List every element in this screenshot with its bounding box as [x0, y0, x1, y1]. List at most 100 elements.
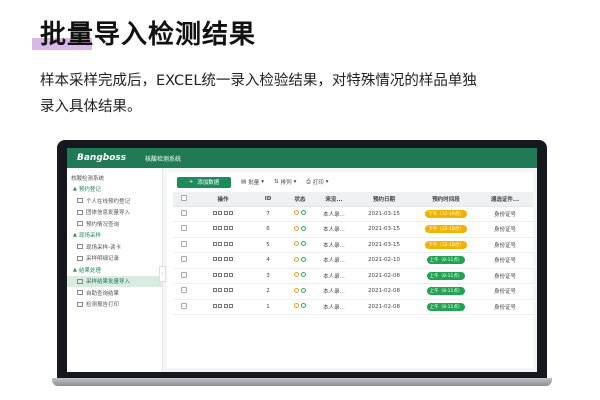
row-actions [195, 206, 251, 222]
column-header[interactable]: 来没... [315, 192, 353, 207]
print-dropdown[interactable]: ⎙ 打印 ▾ [306, 178, 328, 187]
status-circle-icon[interactable] [294, 256, 299, 262]
status-circle-icon[interactable] [294, 287, 299, 293]
row-source: 本人录... [315, 299, 353, 315]
copy-icon[interactable] [218, 272, 223, 277]
edit-icon[interactable] [212, 257, 217, 262]
delete-icon[interactable] [229, 303, 234, 308]
results-table: 操作 ID 状态 来没... 预约日期 预约时间段 通选证件... 7 本人录..… [173, 192, 533, 315]
column-header[interactable]: 预约日期 [353, 192, 415, 207]
delete-icon[interactable] [229, 272, 234, 277]
document-icon [77, 209, 83, 215]
sidebar-item-group-import[interactable]: 团体信息批量导入 [67, 207, 162, 219]
row-checkbox[interactable] [181, 271, 187, 278]
sidebar-item-self-query[interactable]: 自助查询结果 [67, 287, 162, 299]
status-circle-icon[interactable] [294, 272, 299, 278]
status-circle-icon[interactable] [301, 256, 306, 262]
edit-icon[interactable] [212, 226, 217, 231]
table-row[interactable]: 5 本人录... 2021-03-15 下午（12-18点） 身份证号 [173, 237, 533, 253]
view-icon[interactable] [223, 303, 228, 308]
sidebar-collapse-handle[interactable]: ‹ [159, 266, 166, 282]
sidebar-item-read-card[interactable]: 现场采样-读卡 [67, 241, 162, 253]
table-row[interactable]: 2 本人录... 2021-02-08 上午（8-11点） 身份证号 [173, 283, 533, 300]
delete-icon[interactable] [229, 257, 234, 262]
column-header[interactable]: 状态 [285, 192, 315, 207]
row-select-cell[interactable] [173, 252, 195, 269]
sidebar-group-sampling[interactable]: ▲ 现场采样 [67, 230, 162, 242]
sidebar-group-results[interactable]: ▲ 结果处理 [67, 264, 162, 276]
row-select-cell[interactable] [173, 299, 195, 315]
sidebar-group-label: 现场采样 [78, 233, 101, 240]
delete-icon[interactable] [229, 226, 234, 231]
status-circle-icon[interactable] [294, 303, 299, 309]
copy-icon[interactable] [218, 303, 223, 308]
edit-icon[interactable] [212, 303, 217, 308]
view-icon[interactable] [223, 257, 228, 262]
status-circle-icon[interactable] [294, 225, 299, 231]
sidebar-item-report-print[interactable]: 检测报告打印 [67, 299, 162, 311]
add-data-button[interactable]: + 添加数据 [177, 176, 231, 188]
sidebar-item-personal-booking[interactable]: 个人在线预约登记 [67, 195, 162, 207]
sort-dropdown[interactable]: ⇅ 排列 ▾ [274, 178, 296, 186]
row-checkbox[interactable] [181, 302, 187, 309]
status-circle-icon[interactable] [294, 241, 299, 247]
copy-icon[interactable] [218, 257, 223, 262]
view-icon[interactable] [223, 241, 228, 246]
row-select-cell[interactable] [173, 237, 195, 253]
row-checkbox[interactable] [181, 209, 187, 216]
edit-icon[interactable] [212, 210, 217, 215]
row-id: 2 [251, 283, 285, 300]
table-row[interactable]: 4 本人录... 2021-02-10 上午（8-11点） 身份证号 [173, 252, 533, 269]
sidebar-item-sampling-records[interactable]: 采样明细记录 [67, 253, 162, 265]
row-checkbox[interactable] [181, 240, 187, 247]
table-row[interactable]: 7 本人录... 2021-03-15 下午（12-18点） 身份证号 [173, 206, 533, 222]
view-icon[interactable] [223, 210, 228, 215]
column-header[interactable]: 操作 [195, 192, 251, 207]
status-circle-icon[interactable] [301, 210, 306, 216]
column-header[interactable]: ID [251, 192, 285, 207]
status-circle-icon[interactable] [301, 241, 306, 247]
sidebar-item-booking-query[interactable]: 预约情况查询 [67, 218, 162, 230]
edit-icon[interactable] [212, 272, 217, 277]
row-select-cell[interactable] [173, 221, 195, 238]
batch-dropdown[interactable]: ▤ 批量 ▾ [241, 178, 264, 186]
view-icon[interactable] [223, 272, 228, 277]
view-icon[interactable] [223, 226, 228, 231]
copy-icon[interactable] [218, 241, 223, 246]
column-header[interactable]: 通选证件... [477, 192, 533, 207]
edit-icon[interactable] [212, 288, 217, 293]
printer-icon: ⎙ [306, 178, 311, 185]
delete-icon[interactable] [229, 210, 234, 215]
status-circle-icon[interactable] [301, 272, 306, 278]
select-all-header[interactable] [173, 192, 195, 207]
status-circle-icon[interactable] [301, 287, 306, 293]
row-select-cell[interactable] [173, 206, 195, 222]
row-source: 本人录... [315, 283, 353, 300]
row-checkbox[interactable] [181, 287, 187, 294]
status-circle-icon[interactable] [294, 210, 299, 216]
column-header[interactable]: 预约时间段 [415, 192, 477, 207]
delete-icon[interactable] [229, 288, 234, 293]
copy-icon[interactable] [218, 226, 223, 231]
sidebar-root[interactable]: 核酸检测系统 [67, 172, 162, 184]
status-circle-icon[interactable] [301, 225, 306, 231]
copy-icon[interactable] [218, 288, 223, 293]
table-row[interactable]: 6 本人录... 2021-03-15 下午（12-18点） 身份证号 [173, 221, 533, 238]
delete-icon[interactable] [229, 241, 234, 246]
edit-icon[interactable] [212, 241, 217, 246]
row-select-cell[interactable] [173, 283, 195, 300]
row-doc-type: 身份证号 [477, 221, 533, 238]
copy-icon[interactable] [218, 210, 223, 215]
row-actions [195, 221, 251, 238]
sidebar-item-batch-import-results[interactable]: 采样结果批量导入 [67, 275, 162, 287]
select-all-checkbox[interactable] [181, 194, 187, 201]
sidebar-item-label: 个人在线预约登记 [86, 198, 131, 205]
status-circle-icon[interactable] [301, 303, 306, 309]
table-row[interactable]: 1 本人录... 2021-02-08 上午（8-11点） 身份证号 [173, 299, 533, 315]
view-icon[interactable] [223, 288, 228, 293]
sidebar-group-booking[interactable]: ▲ 预约登记 [67, 184, 162, 196]
row-checkbox[interactable] [181, 225, 187, 232]
row-select-cell[interactable] [173, 268, 195, 284]
row-checkbox[interactable] [181, 256, 187, 263]
table-row[interactable]: 3 本人录... 2021-02-08 上午（8-11点） 身份证号 [173, 268, 533, 284]
